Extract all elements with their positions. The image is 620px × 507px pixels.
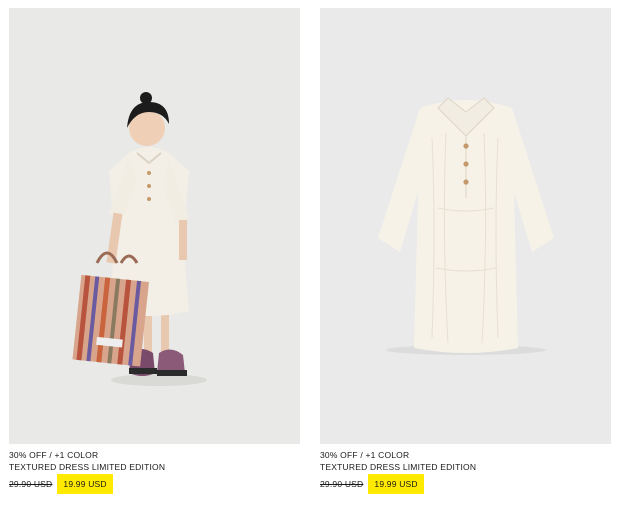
product-promo-text[interactable]: 30% OFF / +1 COLOR xyxy=(9,449,300,461)
product-card[interactable]: 30% OFF / +1 COLOR TEXTURED DRESS LIMITE… xyxy=(320,8,611,494)
product-prices: 29.90 USD 19.99 USD xyxy=(320,474,611,494)
product-name[interactable]: TEXTURED DRESS LIMITED EDITION xyxy=(9,461,300,473)
product-prices: 29.90 USD 19.99 USD xyxy=(9,474,300,494)
original-price: 29.90 USD xyxy=(320,479,364,489)
sale-price-badge: 19.99 USD xyxy=(368,474,424,494)
product-grid: 30% OFF / +1 COLOR TEXTURED DRESS LIMITE… xyxy=(0,0,620,507)
original-price: 29.90 USD xyxy=(9,479,53,489)
product-image-flat[interactable] xyxy=(320,8,611,444)
product-name[interactable]: TEXTURED DRESS LIMITED EDITION xyxy=(320,461,611,473)
product-promo-text[interactable]: 30% OFF / +1 COLOR xyxy=(320,449,611,461)
product-card[interactable]: 30% OFF / +1 COLOR TEXTURED DRESS LIMITE… xyxy=(9,8,300,494)
sale-price-badge: 19.99 USD xyxy=(57,474,113,494)
product-image-model[interactable] xyxy=(9,8,300,444)
